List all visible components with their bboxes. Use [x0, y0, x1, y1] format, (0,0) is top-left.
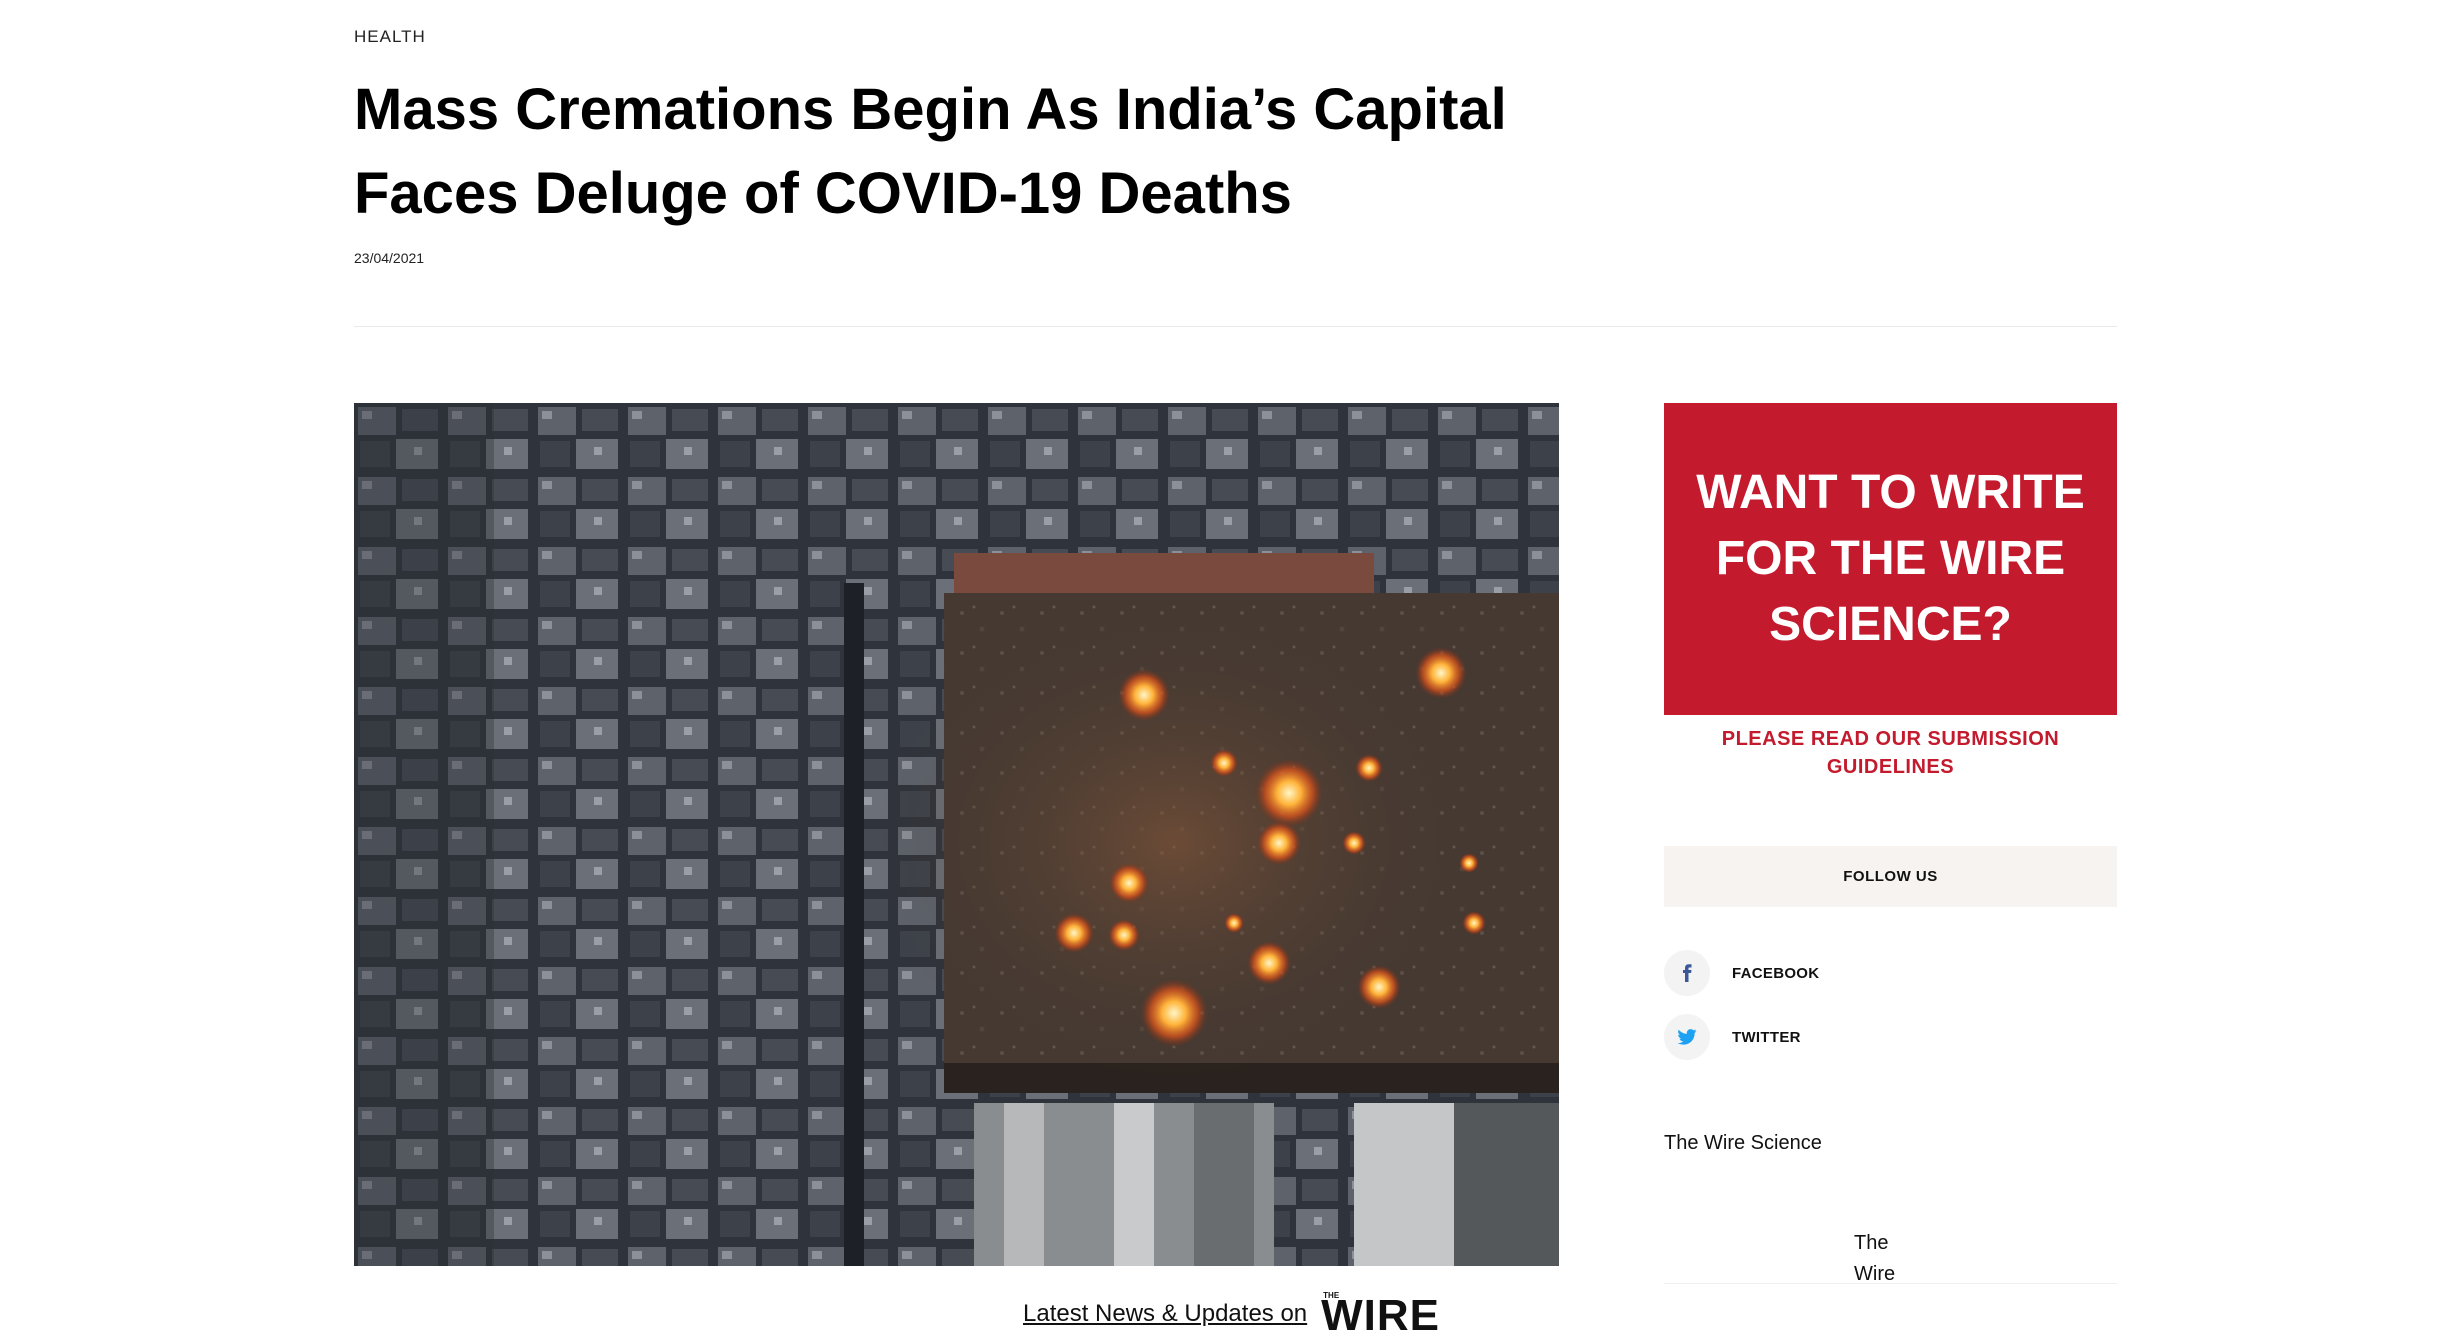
latest-news-bar: Latest News & Updates on THE WIRE — [1023, 1291, 1445, 1336]
featured-image — [354, 403, 1559, 1266]
embed-text[interactable]: The Wire — [1854, 1228, 1924, 1290]
follow-us-heading: FOLLOW US — [1664, 846, 2117, 907]
twitter-label: TWITTER — [1732, 1028, 1801, 1046]
social-embed-widget: The Wire — [1664, 1200, 2117, 1285]
facebook-link[interactable]: FACEBOOK — [1664, 950, 1819, 996]
facebook-icon — [1664, 950, 1710, 996]
twitter-icon — [1664, 1014, 1710, 1060]
latest-news-link[interactable]: Latest News & Updates on — [1023, 1300, 1307, 1328]
the-wire-logo[interactable]: THE WIRE — [1321, 1290, 1445, 1336]
twitter-link[interactable]: TWITTER — [1664, 1014, 1801, 1060]
aerial-cremation-photo — [354, 403, 1559, 1266]
widget-title[interactable]: The Wire Science — [1664, 1132, 1822, 1155]
banner-headline: WANT TO WRITE FOR THE WIRE SCIENCE? — [1664, 403, 2117, 715]
article-headline: Mass Cremations Begin As India’s Capital… — [354, 77, 1507, 226]
header-divider — [354, 326, 2117, 327]
facebook-label: FACEBOOK — [1732, 964, 1820, 982]
logo-wire-text: WIRE — [1321, 1290, 1441, 1336]
write-for-us-banner[interactable]: WANT TO WRITE FOR THE WIRE SCIENCE? PLEA… — [1664, 403, 2117, 783]
banner-subline: PLEASE READ OUR SUBMISSION GUIDELINES — [1721, 728, 2060, 778]
article-date: 23/04/2021 — [354, 250, 425, 266]
article-category[interactable]: HEALTH — [354, 27, 426, 47]
